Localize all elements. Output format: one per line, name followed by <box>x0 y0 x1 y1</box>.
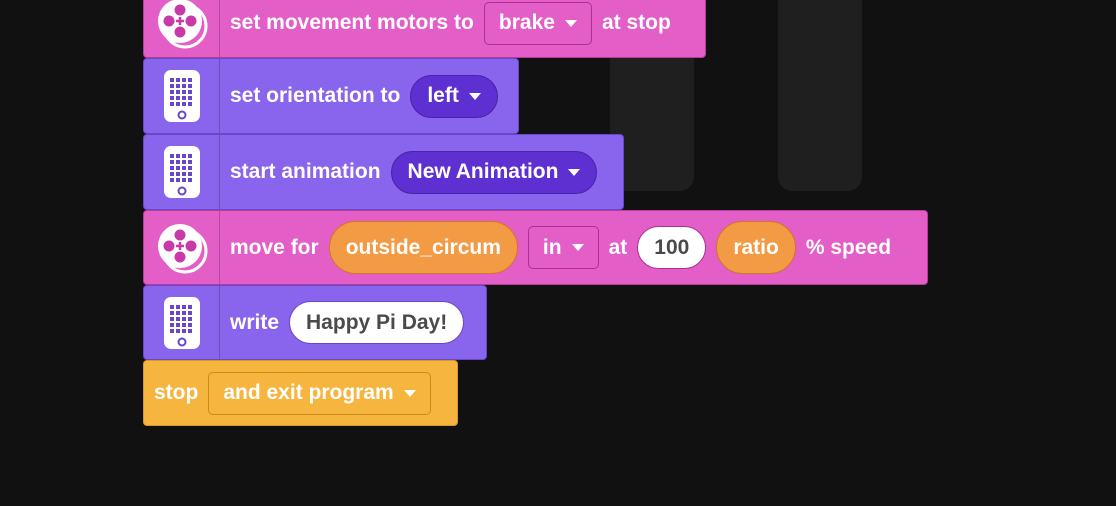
caret-down-icon <box>568 168 581 176</box>
block-text: stop <box>154 381 199 404</box>
motor-pair-icon <box>157 0 207 49</box>
speed-input[interactable]: 100 <box>637 226 707 269</box>
stop-block[interactable]: stop and exit program <box>143 360 458 426</box>
stop-option-dropdown[interactable]: and exit program <box>208 371 431 415</box>
block-text: set movement motors to <box>230 11 474 34</box>
distance-variable-reporter[interactable]: outside_circum <box>328 221 518 274</box>
animation-dropdown[interactable]: New Animation <box>390 150 598 194</box>
dropdown-value: and exit program <box>223 381 394 404</box>
block-text: write <box>230 310 280 334</box>
block-text: move for <box>230 235 319 259</box>
write-block[interactable]: write Happy Pi Day! <box>143 285 487 370</box>
caret-down-icon <box>564 19 577 27</box>
set-movement-motors-block[interactable]: set movement motors to brake at stop <box>143 0 706 68</box>
input-value: 100 <box>654 235 690 259</box>
hub-light-matrix-icon <box>163 70 200 122</box>
move-for-block[interactable]: move for outside_circum in at 100 ratio … <box>143 210 928 295</box>
icon-section <box>144 59 220 133</box>
orientation-dropdown[interactable]: left <box>410 74 498 118</box>
background-panel <box>778 0 862 191</box>
motor-pair-icon <box>157 223 207 273</box>
variable-name: ratio <box>733 235 779 259</box>
icon-section <box>144 0 220 57</box>
dropdown-value: New Animation <box>407 160 559 183</box>
block-text: at stop <box>601 11 671 34</box>
hub-light-matrix-icon <box>163 296 200 349</box>
caret-down-icon <box>403 389 416 397</box>
dropdown-value: in <box>542 235 562 259</box>
block-text: start animation <box>230 160 381 183</box>
block-text: at <box>608 235 628 259</box>
set-orientation-block[interactable]: set orientation to left <box>143 58 519 144</box>
caret-down-icon <box>468 92 481 100</box>
write-text-input[interactable]: Happy Pi Day! <box>289 301 465 344</box>
dropdown-value: brake <box>498 11 555 34</box>
caret-down-icon <box>571 244 584 251</box>
variable-name: outside_circum <box>345 235 501 259</box>
start-animation-block[interactable]: start animation New Animation <box>143 134 624 220</box>
icon-section <box>144 286 220 359</box>
unit-dropdown[interactable]: in <box>527 226 599 269</box>
hub-light-matrix-icon <box>163 146 200 198</box>
icon-section <box>144 135 220 209</box>
dropdown-value: left <box>427 84 459 107</box>
stop-mode-dropdown[interactable]: brake <box>483 1 592 45</box>
input-value: Happy Pi Day! <box>306 310 448 334</box>
block-text: % speed <box>805 235 892 259</box>
block-text: set orientation to <box>230 84 401 107</box>
ratio-variable-reporter[interactable]: ratio <box>716 221 796 274</box>
icon-section <box>144 211 220 284</box>
